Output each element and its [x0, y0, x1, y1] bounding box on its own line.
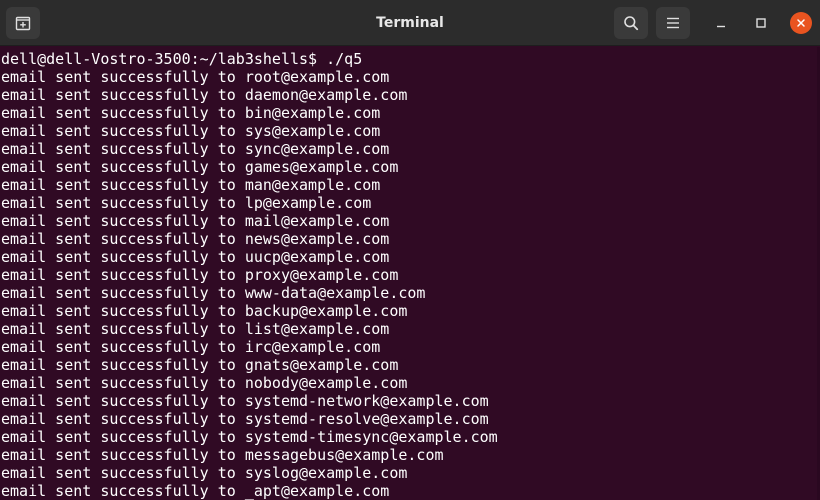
terminal-line: email sent successfully to syslog@exampl…: [1, 464, 408, 482]
terminal-line: email sent successfully to daemon@exampl…: [1, 86, 408, 104]
new-tab-icon: [15, 16, 31, 31]
terminal-line: email sent successfully to systemd-netwo…: [1, 392, 489, 410]
terminal-line: email sent successfully to uucp@example.…: [1, 248, 390, 266]
terminal-line: email sent successfully to lp@example.co…: [1, 194, 372, 212]
terminal-line: email sent successfully to root@example.…: [1, 68, 390, 86]
terminal-line: email sent successfully to proxy@example…: [1, 266, 399, 284]
terminal-line: email sent successfully to systemd-times…: [1, 428, 498, 446]
menu-button[interactable]: [656, 7, 690, 39]
terminal-line: email sent successfully to man@example.c…: [1, 176, 381, 194]
terminal-window: Terminal dell@dell-Vostro-3500:~/lab3she…: [0, 0, 820, 500]
terminal-line: email sent successfully to _apt@example.…: [1, 482, 390, 500]
terminal-line: email sent successfully to www-data@exam…: [1, 284, 426, 302]
maximize-button[interactable]: [750, 12, 772, 34]
maximize-icon: [756, 18, 766, 28]
terminal-line: email sent successfully to news@example.…: [1, 230, 390, 248]
search-icon: [624, 16, 639, 31]
close-button[interactable]: [790, 12, 812, 34]
window-title: Terminal: [376, 15, 444, 31]
new-tab-button[interactable]: [6, 7, 40, 39]
terminal-line: email sent successfully to sys@example.c…: [1, 122, 381, 140]
terminal-line: email sent successfully to list@example.…: [1, 320, 390, 338]
terminal-line: email sent successfully to bin@example.c…: [1, 104, 381, 122]
close-icon: [797, 19, 805, 27]
terminal-line: email sent successfully to irc@example.c…: [1, 338, 381, 356]
search-button[interactable]: [614, 7, 648, 39]
terminal-line: email sent successfully to backup@exampl…: [1, 302, 408, 320]
hamburger-menu-icon: [667, 17, 679, 29]
terminal-line: email sent successfully to games@example…: [1, 158, 399, 176]
terminal-prompt-line: dell@dell-Vostro-3500:~/lab3shells$ ./q5: [1, 50, 363, 68]
terminal-line: email sent successfully to messagebus@ex…: [1, 446, 444, 464]
terminal-output[interactable]: dell@dell-Vostro-3500:~/lab3shells$ ./q5…: [0, 47, 820, 500]
terminal-line: email sent successfully to mail@example.…: [1, 212, 390, 230]
terminal-line: email sent successfully to nobody@exampl…: [1, 374, 408, 392]
terminal-line: email sent successfully to gnats@example…: [1, 356, 399, 374]
minimize-button[interactable]: [710, 12, 732, 34]
terminal-line: email sent successfully to sync@example.…: [1, 140, 390, 158]
terminal-line: email sent successfully to systemd-resol…: [1, 410, 489, 428]
minimize-icon: [717, 25, 725, 28]
title-bar: Terminal: [0, 0, 820, 46]
